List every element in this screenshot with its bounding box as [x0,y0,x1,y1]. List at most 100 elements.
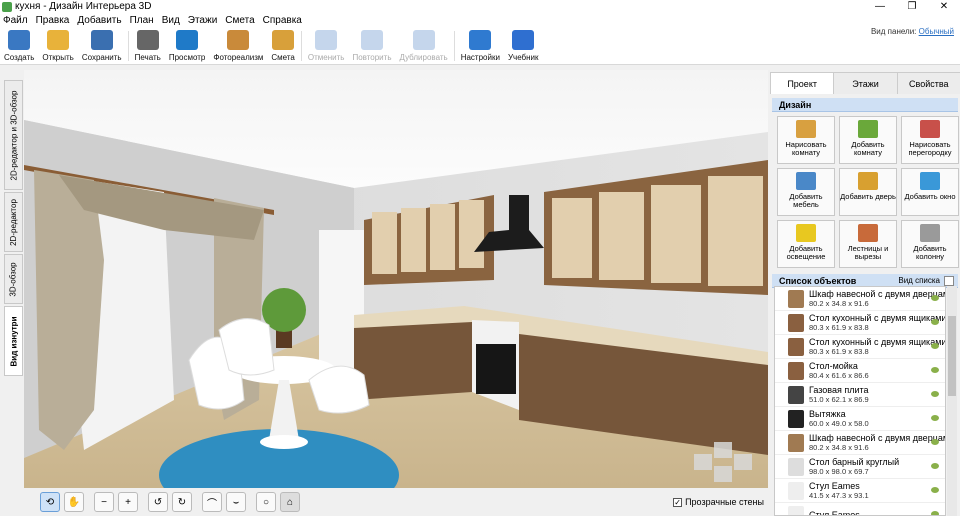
list-item[interactable]: Газовая плита 51.0 x 62.1 x 86.9 [775,383,945,407]
pan-hand-icon[interactable]: ✋ [64,492,84,512]
menu-add[interactable]: Добавить [77,15,121,26]
maximize-button[interactable]: ❐ [896,0,928,13]
nav-right-arrow-icon[interactable] [734,454,752,470]
object-thumbnail-icon [788,433,804,452]
tab-3d-view[interactable]: 3D-обзор [4,254,23,304]
list-view-icon[interactable] [944,275,954,286]
visibility-eye-icon[interactable] [931,391,939,397]
object-name: Стол-мойка [809,360,858,371]
tab-inside-view[interactable]: Вид изнутри [4,306,23,376]
toolbar-photo-button[interactable]: Фотореализм [209,27,267,64]
list-item[interactable]: Шкаф навесной с двумя дверцами 80.2 x 34.… [775,431,945,455]
nav-left-arrow-icon[interactable] [694,454,712,470]
zoom-in-icon[interactable]: + [118,492,138,512]
list-item[interactable]: Стол-мойка 80.4 x 61.6 x 86.6 [775,359,945,383]
object-thumbnail-icon [788,289,804,308]
toolbar-label: Просмотр [168,53,206,62]
kitchen-3d-render[interactable] [24,70,768,488]
menu-edit[interactable]: Правка [36,15,70,26]
transparent-walls-checkbox[interactable]: ✓ [673,497,683,507]
list-item[interactable]: Стул Eames 41.5 x 47.3 x 93.1 [775,479,945,503]
design-stairs-button[interactable]: Лестницы и вырезы [839,220,897,268]
list-item[interactable]: Шкаф навесной с двумя дверцами 80.2 x 34.… [775,287,945,311]
object-dimensions: 80.2 x 34.8 x 91.6 [809,298,869,308]
tab-2d-3d[interactable]: 2D-редактор и 3D-обзор [4,80,23,190]
object-dimensions: 80.3 x 61.9 x 83.8 [809,346,869,356]
object-dimensions: 80.3 x 61.9 x 83.8 [809,322,869,332]
visibility-eye-icon[interactable] [931,439,939,445]
visibility-eye-icon[interactable] [931,415,939,421]
toolbar-save-button[interactable]: Сохранить [78,27,126,64]
visibility-eye-icon[interactable] [931,343,939,349]
nav-up-arrow-icon[interactable] [714,442,732,458]
tab-2d-editor[interactable]: 2D-редактор [4,192,23,252]
visibility-eye-icon[interactable] [931,295,939,301]
nav-down-arrow-icon[interactable] [714,466,732,482]
tilt-down-icon[interactable]: ⌣ [226,492,246,512]
wall-brush-icon [796,120,816,138]
list-item[interactable]: Стол кухонный с двумя ящиками 80.3 x 61.9… [775,311,945,335]
menu-plan[interactable]: План [130,15,154,26]
menu-estimate[interactable]: Смета [225,15,254,26]
list-item[interactable]: Вытяжка 60.0 x 49.0 x 58.0 [775,407,945,431]
visibility-eye-icon[interactable] [931,487,939,493]
object-list[interactable]: Шкаф навесной с двумя дверцами 80.2 x 34.… [774,286,946,516]
list-item[interactable]: Стул Eames [775,503,945,515]
scrollbar-thumb[interactable] [948,316,956,396]
toolbar-gear-button[interactable]: Настройки [457,27,504,64]
tab-floors[interactable]: Этажи [833,72,898,94]
toolbar-notepad-button[interactable]: Смета [267,27,298,64]
design-bulb-button[interactable]: Добавить освещение [777,220,835,268]
design-button-label: Добавить колонну [913,244,947,261]
menu-view[interactable]: Вид [162,15,180,26]
panel-view-selector[interactable]: Вид панели: Обычный [871,27,954,36]
toolbar-printer-button[interactable]: Печать [131,27,165,64]
visibility-eye-icon[interactable] [931,367,939,373]
rotate-mode-icon[interactable]: ⟲ [40,492,60,512]
toolbar-duplicate-button[interactable]: Дублировать [395,27,451,64]
design-window-button[interactable]: Добавить окно [901,168,959,216]
design-add-room-button[interactable]: Добавить комнату [839,116,897,164]
design-door-button[interactable]: Добавить дверь [839,168,897,216]
design-wall-brush-button[interactable]: Нарисовать комнату [777,116,835,164]
list-item[interactable]: Стол барный круглый 98.0 x 98.0 x 69.7 [775,455,945,479]
visibility-eye-icon[interactable] [931,511,939,515]
toolbar-help-button[interactable]: Учебник [504,27,543,64]
object-list-scrollbar[interactable] [947,286,957,516]
rotate-left-icon[interactable]: ↺ [148,492,168,512]
design-column-button[interactable]: Добавить колонну [901,220,959,268]
tab-properties[interactable]: Свойства [896,72,960,94]
toolbar-undo-button[interactable]: Отменить [304,27,349,64]
close-button[interactable]: ✕ [928,0,960,13]
3d-viewport[interactable] [24,70,768,488]
panel-view-value[interactable]: Обычный [919,27,954,36]
zoom-out-icon[interactable]: − [94,492,114,512]
transparent-walls-toggle[interactable]: ✓ Прозрачные стены [673,497,764,507]
toolbar-redo-button[interactable]: Повторить [348,27,395,64]
tab-project[interactable]: Проект [770,72,835,94]
menu-file[interactable]: Файл [3,15,28,26]
table-base [260,435,308,449]
design-armchair-button[interactable]: Добавить мебель [777,168,835,216]
toolbar-folder-button[interactable]: Открыть [38,27,77,64]
home-icon[interactable]: ⌂ [280,492,300,512]
redo-icon [360,30,383,50]
object-dimensions: 41.5 x 47.3 x 93.1 [809,490,869,500]
object-name: Газовая плита [809,384,869,395]
toolbar-new-file-button[interactable]: Создать [0,27,38,64]
toolbar-monitor-button[interactable]: Просмотр [165,27,210,64]
object-thumbnail-icon [788,481,804,500]
design-brick-wall-button[interactable]: Нарисовать перегородку [901,116,959,164]
menu-floors[interactable]: Этажи [188,15,218,26]
help-icon [512,30,535,50]
object-name: Стул Eames [809,480,860,491]
minimize-button[interactable]: — [864,0,896,13]
lighting-bulb-icon[interactable]: ○ [256,492,276,512]
list-view-label[interactable]: Вид списка [898,276,940,285]
list-item[interactable]: Стол кухонный с двумя ящиками 80.3 x 61.9… [775,335,945,359]
tilt-up-icon[interactable]: ⌒ [202,492,222,512]
visibility-eye-icon[interactable] [931,319,939,325]
rotate-right-icon[interactable]: ↻ [172,492,192,512]
visibility-eye-icon[interactable] [931,463,939,469]
menu-help[interactable]: Справка [263,15,302,26]
